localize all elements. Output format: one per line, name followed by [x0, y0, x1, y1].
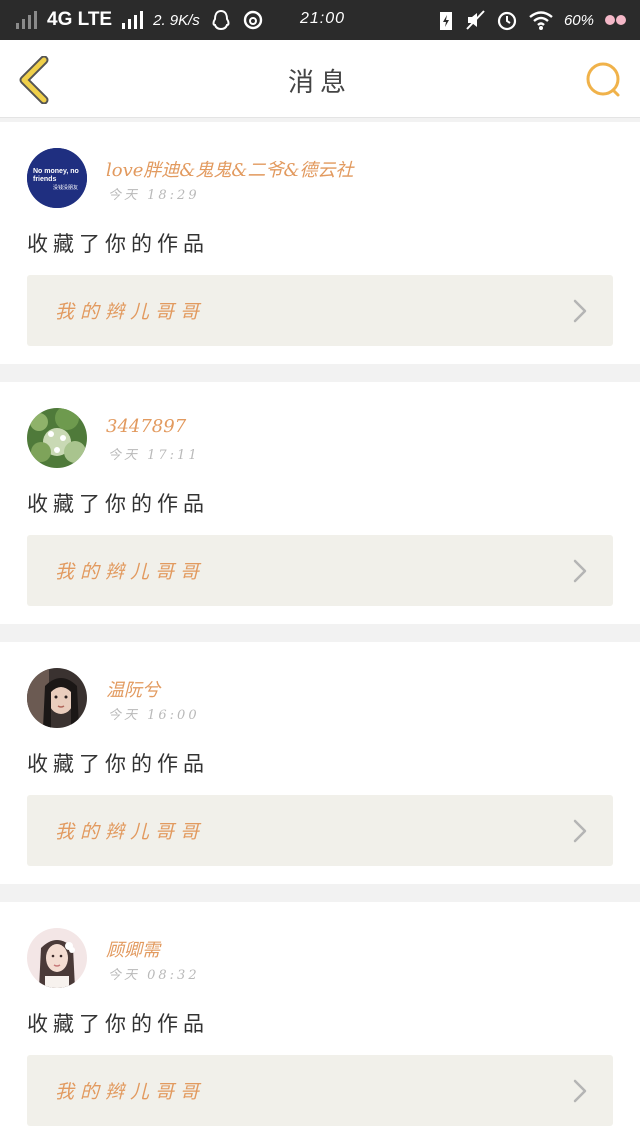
work-title: 我的辫儿哥哥	[55, 301, 206, 323]
timestamp: 今天 17:11	[108, 448, 200, 463]
username[interactable]: 3447897	[106, 416, 186, 437]
clock: 21:00	[300, 10, 346, 27]
notification-card: 温阮兮 今天 16:00 收藏了你的作品 我的辫儿哥哥	[0, 642, 640, 884]
chevron-right-icon	[573, 819, 587, 843]
wifi-icon	[529, 11, 553, 30]
chevron-right-icon	[573, 299, 587, 323]
timestamp: 今天 16:00	[108, 708, 200, 723]
avatar-image	[27, 928, 87, 988]
avatar[interactable]	[27, 408, 87, 468]
chevron-right-icon	[573, 559, 587, 583]
alarm-icon	[497, 11, 517, 31]
top-navigation-bar: 消息	[0, 40, 640, 118]
search-button[interactable]	[584, 60, 624, 100]
avatar-image	[27, 408, 87, 468]
action-text: 收藏了你的作品	[27, 232, 209, 256]
work-title: 我的辫儿哥哥	[55, 1081, 206, 1103]
netease-music-icon	[243, 10, 263, 30]
avatar[interactable]	[27, 928, 87, 988]
work-title: 我的辫儿哥哥	[55, 561, 206, 583]
avatar[interactable]: No money, no friends 没钱没朋友	[27, 148, 87, 208]
notification-card: No money, no friends 没钱没朋友 love胖迪&鬼鬼&二爷&…	[0, 122, 640, 364]
work-link[interactable]: 我的辫儿哥哥	[27, 535, 613, 606]
carrier-label: 4G LTE	[47, 9, 113, 30]
notification-card: 顾卿需 今天 08:32 收藏了你的作品 我的辫儿哥哥	[0, 902, 640, 1138]
signal-icon	[16, 11, 37, 29]
mute-icon	[466, 10, 485, 30]
avatar-image	[27, 668, 87, 728]
work-link[interactable]: 我的辫儿哥哥	[27, 795, 613, 866]
qq-icon	[212, 9, 230, 31]
battery-saver-icon	[439, 12, 452, 30]
username[interactable]: 顾卿需	[106, 936, 160, 962]
network-speed: 2. 9K/s	[153, 11, 200, 29]
avatar-text-line3: 没钱没朋友	[53, 184, 78, 191]
avatar-text-line1: No money, no	[33, 168, 79, 175]
username[interactable]: love胖迪&鬼鬼&二爷&德云社	[106, 156, 353, 182]
action-text: 收藏了你的作品	[27, 1012, 209, 1036]
avatar[interactable]	[27, 668, 87, 728]
battery-icon	[605, 15, 626, 25]
notification-card: 3447897 今天 17:11 收藏了你的作品 我的辫儿哥哥	[0, 382, 640, 624]
avatar-image: No money, no friends 没钱没朋友	[27, 148, 87, 208]
action-text: 收藏了你的作品	[27, 492, 209, 516]
timestamp: 今天 18:29	[108, 188, 200, 203]
work-title: 我的辫儿哥哥	[55, 821, 206, 843]
timestamp: 今天 08:32	[108, 968, 200, 983]
signal-strength-icon	[122, 11, 144, 29]
chevron-right-icon	[573, 1079, 587, 1103]
work-link[interactable]: 我的辫儿哥哥	[27, 1055, 613, 1126]
battery-percent: 60%	[563, 11, 594, 29]
work-link[interactable]: 我的辫儿哥哥	[27, 275, 613, 346]
action-text: 收藏了你的作品	[27, 752, 209, 776]
avatar-text-line2: friends	[33, 176, 56, 183]
username[interactable]: 温阮兮	[106, 676, 160, 702]
status-bar: 4G LTE 2. 9K/s 21:00 60%	[0, 0, 640, 40]
page-title: 消息	[287, 68, 352, 98]
